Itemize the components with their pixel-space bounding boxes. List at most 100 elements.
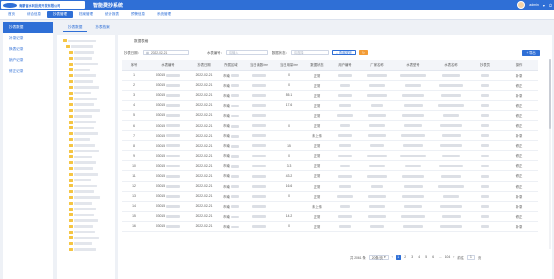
table-row[interactable]: 3 03015 2022-02-21 市南 55.1 正常 补录 — [122, 90, 538, 101]
page-size-select[interactable]: 20条/页 ▾ — [368, 254, 389, 260]
cell-region-text: 市南 — [223, 164, 230, 169]
sidebar-item-supplement[interactable]: 补录记录 — [3, 33, 53, 44]
row-action-link-text[interactable]: 修正 — [516, 185, 523, 189]
prev-page-icon[interactable]: ‹ — [392, 255, 393, 259]
page-number[interactable]: 2 — [403, 255, 408, 260]
table-row[interactable]: 13 03015 2022-02-21 市南 0 正常 补录 — [122, 191, 538, 202]
nav-reports[interactable]: 统计报表 — [99, 11, 125, 18]
nav-overview[interactable]: 综合信息 — [21, 11, 47, 18]
sidebar-item-correction[interactable]: 修正记录 — [3, 66, 53, 77]
table-row[interactable]: 12 03015 2022-02-21 市南 16.6 正常 修正 — [122, 181, 538, 192]
query-button[interactable]: ⌕ 查询按钮 — [331, 49, 356, 56]
nav-home[interactable]: 首页 — [2, 11, 21, 18]
tree-node[interactable] — [57, 247, 115, 253]
col-header[interactable]: 水表名称 — [432, 60, 470, 71]
next-page-icon[interactable]: › — [453, 255, 454, 259]
row-action-link-text[interactable]: 补录 — [516, 94, 523, 98]
export-button[interactable]: + 导出 — [522, 50, 540, 56]
row-action-link[interactable]: 修正 — [500, 150, 538, 162]
row-action-link-text[interactable]: 补录 — [516, 205, 523, 209]
row-action-link[interactable]: 补录 — [500, 130, 538, 142]
page-number[interactable]: 5 — [424, 255, 429, 260]
row-action-link-text[interactable]: 修正 — [516, 164, 523, 168]
nav-meter-reading[interactable]: 抄表管理 — [47, 11, 73, 18]
page-number[interactable]: 3 — [410, 255, 415, 260]
row-action-link[interactable]: 修正 — [500, 80, 538, 91]
nav-alerts[interactable]: 预警信息 — [125, 11, 151, 18]
row-action-link[interactable]: 补录 — [500, 221, 538, 233]
row-action-link-text[interactable]: 修正 — [516, 104, 523, 108]
nav-archives[interactable]: 档案管理 — [73, 11, 99, 18]
row-action-link-text[interactable]: 补录 — [516, 225, 523, 229]
row-action-link-text[interactable]: 修正 — [516, 215, 523, 219]
goto-page-input[interactable]: 1 — [466, 254, 475, 260]
status-select[interactable]: 请选择 — [290, 49, 329, 56]
row-action-link[interactable]: 补录 — [500, 191, 538, 202]
date-picker[interactable]: ▦ 2022-02-21 — [142, 49, 189, 56]
row-action-link[interactable]: 修正 — [500, 120, 538, 132]
table-row[interactable]: 10 03015 2022-02-21 市南 3.3 正常 修正 — [122, 160, 538, 172]
row-action-link-text[interactable]: 修正 — [516, 84, 523, 88]
row-action-link[interactable]: 补录 — [500, 90, 538, 101]
page-number[interactable]: 104 — [445, 255, 451, 260]
table-row[interactable]: 1 03015 2022-02-21 市南 0 正常 补录 — [122, 70, 538, 81]
row-action-link-text[interactable]: 修正 — [516, 154, 523, 158]
row-action-link[interactable]: 修正 — [500, 211, 538, 222]
col-header[interactable]: 当日读数/m³ — [244, 60, 274, 71]
table-row[interactable]: 4 03015 2022-02-21 市南 17.6 正常 修正 — [122, 100, 538, 111]
row-action-link[interactable]: 修正 — [500, 170, 538, 182]
row-action-link[interactable]: 修正 — [500, 181, 538, 192]
row-action-link[interactable]: 修正 — [500, 160, 538, 172]
sidebar-item-reading-data[interactable]: 抄表数据 — [3, 22, 53, 33]
row-action-link[interactable]: 修正 — [500, 100, 538, 111]
row-action-link-text[interactable]: 修正 — [516, 114, 523, 118]
col-header[interactable]: 数据状态 — [304, 60, 330, 71]
cell-region-text: 市南 — [223, 214, 230, 219]
table-row[interactable]: 16 03015 2022-02-21 市南 0 正常 补录 — [122, 221, 538, 233]
reset-button[interactable]: ↻ — [358, 49, 368, 56]
col-header[interactable]: 水表编号 — [146, 60, 190, 71]
tab-reading-data[interactable]: 抄表数据 — [63, 24, 88, 32]
tab-reading-archive[interactable]: 抄表档案 — [90, 24, 114, 32]
row-action-link-text[interactable]: 修正 — [516, 124, 523, 128]
page-number[interactable]: 4 — [417, 255, 422, 260]
scrollbar-thumb[interactable] — [549, 59, 551, 129]
row-action-link-text[interactable]: 修正 — [516, 174, 523, 178]
col-header[interactable]: 当日用量/m³ — [274, 60, 304, 71]
logout-icon[interactable]: ⏻ — [549, 3, 552, 8]
table-row[interactable]: 6 03015 2022-02-21 市南 0 正常 修正 — [122, 120, 538, 132]
row-action-link[interactable]: 补录 — [500, 70, 538, 81]
col-header[interactable]: 用户编号 — [330, 60, 360, 71]
table-row[interactable]: 15 03015 2022-02-21 市南 14.2 正常 修正 — [122, 211, 538, 222]
row-action-link[interactable]: 补录 — [500, 201, 538, 212]
nav-system[interactable]: 系统管理 — [151, 11, 177, 18]
table-row[interactable]: 11 03015 2022-02-21 市南 43.2 正常 修正 — [122, 170, 538, 182]
avatar[interactable] — [517, 1, 526, 9]
table-row[interactable]: 5 03015 2022-02-21 市南 正常 修正 — [122, 110, 538, 121]
table-row[interactable]: 14 03015 2022-02-21 市南 未上传 补录 — [122, 201, 538, 212]
col-header[interactable]: 抄表员 — [470, 60, 500, 71]
chevron-down-icon[interactable]: ▾ — [543, 3, 545, 8]
page-number[interactable]: 6 — [431, 255, 436, 260]
row-action-link-text[interactable]: 修正 — [516, 144, 523, 148]
table-row[interactable]: 2 03015 2022-02-21 市南 0 正常 修正 — [122, 80, 538, 91]
col-header[interactable]: 厂家名称 — [360, 60, 394, 71]
col-header[interactable]: 抄表日期 — [190, 60, 218, 71]
user-name[interactable]: admin — [529, 3, 539, 7]
col-header[interactable]: 水表型号 — [394, 60, 432, 71]
table-row[interactable]: 8 03015 2022-02-21 市南 15 正常 修正 — [122, 140, 538, 152]
page-number[interactable]: 1 — [395, 254, 401, 260]
table-row[interactable]: 9 03015 2022-02-21 市南 0 正常 修正 — [122, 150, 538, 162]
row-action-link[interactable]: 修正 — [500, 140, 538, 152]
vertical-scrollbar[interactable] — [549, 59, 551, 249]
col-header[interactable]: 所属区域 — [218, 60, 244, 71]
row-action-link-text[interactable]: 补录 — [516, 195, 523, 199]
row-action-link-text[interactable]: 补录 — [516, 74, 523, 78]
row-action-link[interactable]: 修正 — [500, 110, 538, 121]
row-action-link-text[interactable]: 补录 — [516, 134, 523, 138]
meter-code-input[interactable]: 请输入 — [225, 49, 268, 56]
sidebar-item-close-account[interactable]: 销户记录 — [3, 55, 53, 66]
table-row[interactable]: 7 03015 2022-02-21 市南 未上传 补录 — [122, 130, 538, 142]
sidebar-item-replace[interactable]: 换表记录 — [3, 44, 53, 55]
page-number[interactable]: ... — [438, 255, 443, 260]
